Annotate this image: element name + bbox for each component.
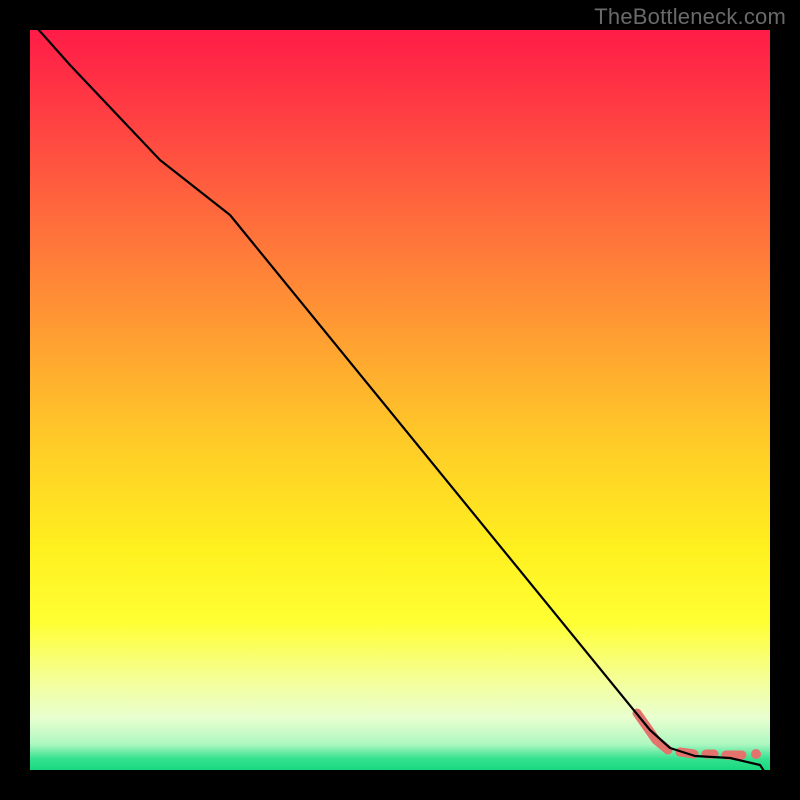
chart-svg <box>30 30 770 770</box>
watermark-text: TheBottleneck.com <box>594 4 786 30</box>
bottleneck-chart <box>30 30 770 770</box>
optimal-range-dot <box>751 749 761 759</box>
